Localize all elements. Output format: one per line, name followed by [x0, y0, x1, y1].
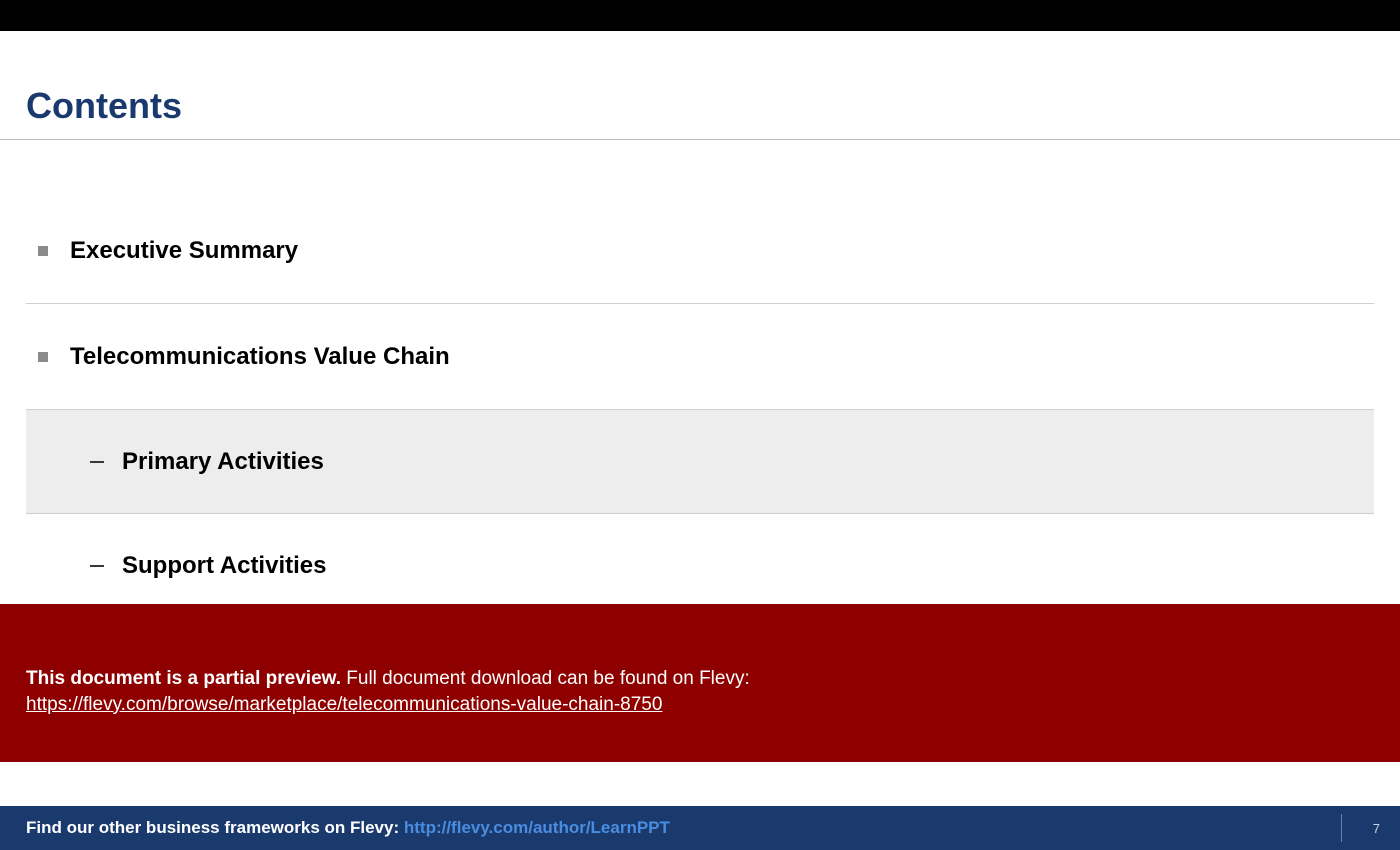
- footer-divider: [1341, 814, 1342, 842]
- footer-link[interactable]: http://flevy.com/author/LearnPPT: [404, 818, 670, 837]
- toc-label: Primary Activities: [122, 448, 324, 476]
- preview-banner: This document is a partial preview. Full…: [0, 604, 1400, 762]
- toc-item-primary-activities: Primary Activities: [26, 410, 1374, 514]
- dash-bullet-icon: [90, 461, 104, 463]
- toc-item-telecom-value-chain: Telecommunications Value Chain: [26, 304, 1374, 410]
- toc-label: Telecommunications Value Chain: [70, 343, 450, 371]
- toc-item-executive-summary: Executive Summary: [26, 198, 1374, 304]
- page-title: Contents: [26, 85, 1374, 127]
- footer-bar: Find our other business frameworks on Fl…: [0, 806, 1400, 850]
- toc-label: Executive Summary: [70, 237, 298, 265]
- preview-bold-text: This document is a partial preview.: [26, 668, 341, 689]
- dash-bullet-icon: [90, 565, 104, 567]
- preview-rest-text: Full document download can be found on F…: [341, 668, 750, 689]
- preview-link[interactable]: https://flevy.com/browse/marketplace/tel…: [26, 694, 662, 715]
- title-block: Contents: [0, 31, 1400, 140]
- toc-label: Support Activities: [122, 552, 326, 580]
- footer-text: Find our other business frameworks on Fl…: [26, 818, 670, 838]
- page-number: 7: [1373, 821, 1380, 836]
- square-bullet-icon: [38, 246, 48, 256]
- square-bullet-icon: [38, 352, 48, 362]
- slide: Contents Executive Summary Telecommunica…: [0, 31, 1400, 819]
- toc: Executive Summary Telecommunications Val…: [0, 198, 1400, 618]
- toc-item-support-activities: Support Activities: [26, 514, 1374, 618]
